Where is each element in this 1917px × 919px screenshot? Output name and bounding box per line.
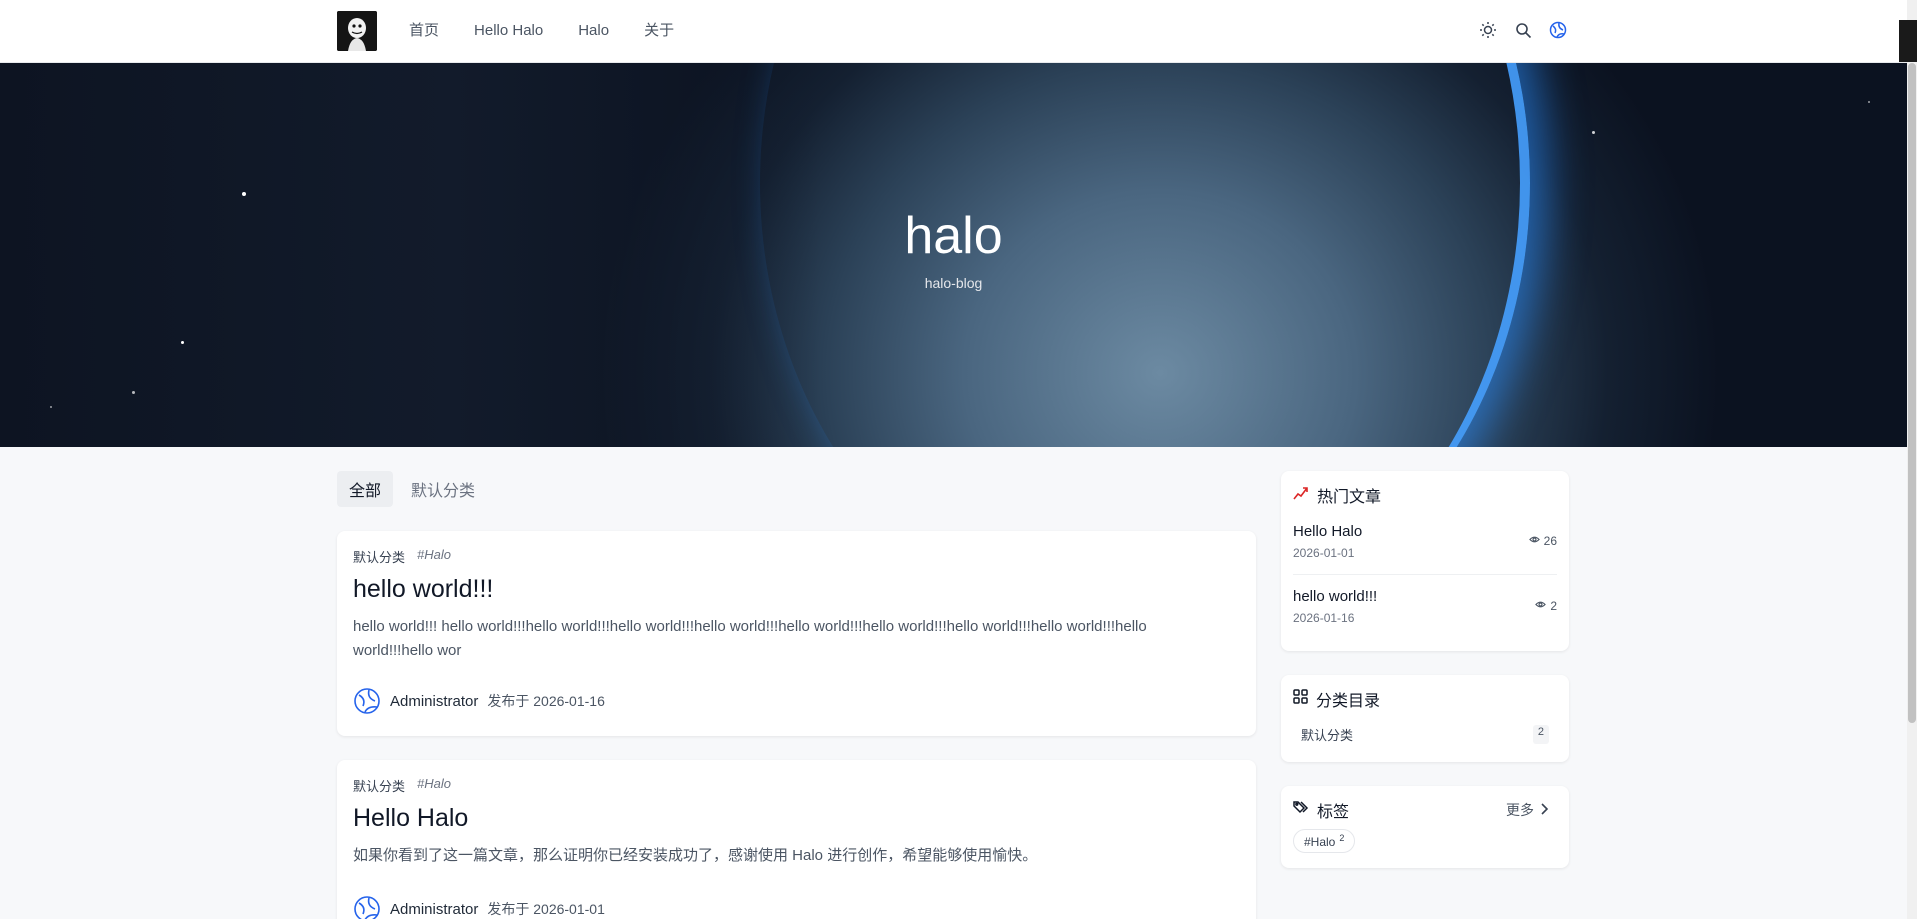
- post-author: Administrator 发布于 2026-01-01: [353, 895, 605, 919]
- post-tag[interactable]: #Halo: [417, 776, 451, 795]
- widget-title: 热门文章: [1317, 489, 1382, 506]
- post-excerpt: 如果你看到了这一篇文章，那么证明你已经安装成功了，感谢使用 Halo 进行创作，…: [353, 847, 1038, 864]
- theme-sun-icon[interactable]: [1478, 20, 1498, 40]
- more-tags-link[interactable]: 更多: [1506, 800, 1549, 820]
- view-count: 2: [1550, 599, 1557, 613]
- post-title[interactable]: Hello Halo: [353, 804, 468, 833]
- post-author: Administrator 发布于 2026-01-16: [353, 687, 605, 715]
- widget-title: 标签: [1317, 804, 1350, 821]
- hero-subtitle: halo-blog: [924, 275, 983, 291]
- tag-count: 2: [1339, 833, 1345, 843]
- widget-header: 标签: [1293, 798, 1349, 822]
- hero-title: halo: [904, 207, 1003, 265]
- post-meta: 默认分类 #Halo: [353, 547, 451, 566]
- post-excerpt: hello world!!! hello world!!!hello world…: [353, 618, 1147, 659]
- author-name[interactable]: Administrator: [390, 693, 478, 710]
- post-card[interactable]: 默认分类 #Halo Hello Halo 如果你看到了这一篇文章，那么证明你已…: [337, 760, 1256, 919]
- author-avatar-icon[interactable]: [353, 895, 381, 919]
- hot-post-title[interactable]: hello world!!!: [1293, 588, 1377, 605]
- author-name[interactable]: Administrator: [390, 901, 478, 918]
- tab-all[interactable]: 全部: [337, 471, 394, 507]
- publish-date: 发布于 2026-01-16: [487, 693, 605, 709]
- tag-icon: [1293, 800, 1309, 821]
- chevron-right-icon: [1540, 802, 1549, 818]
- author-avatar-icon[interactable]: [353, 687, 381, 715]
- eye-icon: [1528, 534, 1540, 548]
- tag-name: #Halo: [1304, 835, 1336, 849]
- hero-banner: halo halo-blog: [0, 63, 1907, 447]
- hot-post-title[interactable]: Hello Halo: [1293, 523, 1362, 540]
- widget-title: 分类目录: [1316, 693, 1381, 710]
- nav-hello-halo[interactable]: Hello Halo: [474, 20, 543, 42]
- publish-date: 发布于 2026-01-01: [487, 901, 605, 917]
- hot-post-date: 2026-01-16: [1293, 611, 1355, 625]
- post-card[interactable]: 默认分类 #Halo hello world!!! hello world!!!…: [337, 531, 1256, 736]
- tab-default-category[interactable]: 默认分类: [399, 471, 487, 507]
- category-name[interactable]: 默认分类: [1301, 725, 1353, 744]
- categories-widget: 分类目录 默认分类 2: [1281, 675, 1569, 762]
- nav-halo[interactable]: Halo: [578, 20, 609, 42]
- top-navigation-bar: 首页 Hello Halo Halo 关于: [0, 0, 1907, 63]
- main-nav: 首页 Hello Halo Halo 关于: [409, 20, 709, 42]
- tag-chip[interactable]: #Halo 2: [1293, 829, 1356, 853]
- eye-icon: [1535, 599, 1547, 613]
- user-avatar-icon[interactable]: [1548, 20, 1568, 40]
- search-icon[interactable]: [1513, 20, 1533, 40]
- hot-post-date: 2026-01-01: [1293, 546, 1355, 560]
- hot-posts-widget: 热门文章 Hello Halo 2026-01-01 26 hello worl…: [1281, 471, 1569, 651]
- tags-widget: 标签 更多 #Halo 2: [1281, 786, 1569, 868]
- corner-badge: [1899, 20, 1917, 62]
- site-logo[interactable]: [337, 11, 377, 51]
- post-category[interactable]: 默认分类: [353, 776, 405, 795]
- more-label[interactable]: 更多: [1506, 800, 1534, 820]
- scrollbar-thumb[interactable]: [1908, 63, 1916, 723]
- widget-header: 分类目录: [1293, 687, 1380, 711]
- hot-trend-icon: [1293, 485, 1309, 506]
- category-count: 2: [1532, 725, 1549, 744]
- view-count: 26: [1543, 534, 1557, 548]
- post-category[interactable]: 默认分类: [353, 547, 405, 566]
- widget-header: 热门文章: [1293, 483, 1381, 507]
- nav-home[interactable]: 首页: [409, 20, 439, 42]
- post-meta: 默认分类 #Halo: [353, 776, 451, 795]
- post-title[interactable]: hello world!!!: [353, 575, 493, 604]
- nav-icons: [1478, 20, 1568, 40]
- nav-about[interactable]: 关于: [644, 20, 674, 42]
- hot-post-views: 26: [1528, 534, 1557, 548]
- category-tabs: 全部 默认分类: [337, 471, 487, 507]
- grid-icon: [1293, 689, 1308, 709]
- category-item[interactable]: 默认分类 2: [1301, 725, 1549, 744]
- post-tag[interactable]: #Halo: [417, 547, 451, 566]
- hot-post-views: 2: [1535, 599, 1557, 613]
